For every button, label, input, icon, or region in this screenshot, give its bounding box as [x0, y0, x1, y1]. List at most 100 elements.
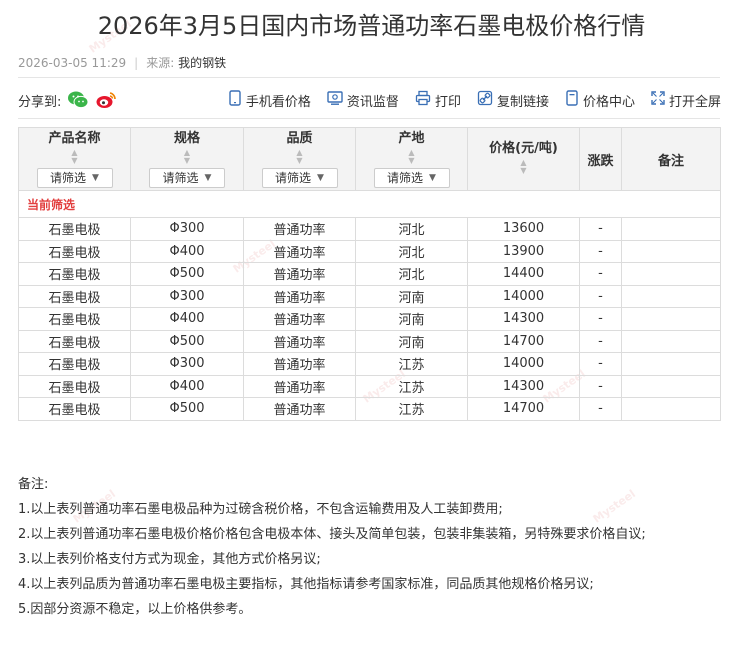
col-header-spec: 规格 ▲ ▼ 请筛选 ▼ [130, 127, 244, 191]
mobile-icon [228, 90, 246, 110]
header-label: 规格 [173, 130, 200, 146]
spec-filter-select[interactable]: 请筛选 ▼ [149, 167, 225, 188]
quality-filter-select[interactable]: 请筛选 ▼ [261, 167, 338, 188]
fullscreen-button[interactable]: 打开全屏 [651, 91, 721, 110]
cell-price: 13600 [467, 217, 580, 241]
tool-label: 资讯监督 [346, 94, 399, 110]
news-monitor-button[interactable]: 资讯监督 [327, 90, 399, 110]
cell-quality: 普通功率 [243, 307, 356, 331]
cell-product: 石墨电极 [18, 262, 131, 286]
sort-arrows-icon[interactable]: ▲ ▼ [71, 148, 77, 165]
cell-quality: 普通功率 [243, 352, 356, 376]
note-item: 4.以上表列品质为普通功率石墨电极主要指标，其他指标请参考国家标准，同品质其他规… [18, 577, 594, 592]
cell-spec: Φ300 [130, 217, 244, 241]
cell-price: 14300 [467, 374, 580, 398]
cell-change: - [579, 352, 622, 376]
cell-quality: 普通功率 [243, 329, 356, 353]
tool-label: 价格中心 [582, 94, 635, 110]
caret-down-icon: ▼ [92, 172, 99, 183]
cell-quality: 普通功率 [243, 217, 356, 241]
cell-price: 14400 [467, 262, 580, 286]
notes-heading: 备注: [18, 477, 49, 492]
cell-change: - [579, 307, 622, 331]
cell-remarks [621, 352, 721, 376]
cell-price: 14300 [467, 307, 580, 331]
cell-origin: 河南 [355, 284, 468, 308]
cell-spec: Φ400 [130, 374, 244, 398]
tool-label: 复制链接 [496, 94, 549, 110]
cell-remarks [621, 329, 721, 353]
copy-link-button[interactable]: 复制链接 [477, 90, 549, 110]
fullscreen-icon [651, 91, 669, 109]
header-label: 产地 [398, 130, 425, 146]
cell-product: 石墨电极 [18, 307, 131, 331]
cell-price: 14000 [467, 352, 580, 376]
publish-datetime: 2026-03-05 11:29 [18, 56, 127, 70]
sort-arrows-icon[interactable]: ▲ ▼ [408, 148, 414, 165]
current-filter-label: 当前筛选 [18, 190, 721, 218]
cell-origin: 江苏 [355, 352, 468, 376]
sort-arrows-icon[interactable]: ▲ ▼ [184, 148, 190, 165]
tool-label: 打开全屏 [668, 94, 721, 110]
table-row: 石墨电极 Φ300 普通功率 江苏 14000- [18, 352, 721, 376]
print-button[interactable]: 打印 [415, 90, 461, 110]
wechat-icon[interactable] [67, 90, 89, 110]
cell-origin: 河北 [355, 239, 468, 263]
table-row: 石墨电极 Φ400 普通功率 江苏 14300- [18, 374, 721, 398]
caret-down-icon: ▼ [317, 172, 324, 183]
printer-icon [415, 90, 435, 110]
price-center-button[interactable]: 价格中心 [565, 90, 635, 110]
cell-remarks [621, 307, 721, 331]
cell-spec: Φ500 [130, 262, 244, 286]
cell-change: - [579, 329, 622, 353]
table-row: 石墨电极 Φ500 普通功率 江苏 14700- [18, 397, 721, 421]
cell-remarks [621, 262, 721, 286]
table-row: 石墨电极 Φ500 普通功率 河南 14700- [18, 329, 721, 353]
share-bar: 分享到: [18, 90, 117, 110]
toolbar: 手机看价格 资讯监督 打印 复制链接 价格中心 打开全屏 [212, 90, 721, 110]
cell-spec: Φ400 [130, 239, 244, 263]
origin-filter-select[interactable]: 请筛选 ▼ [373, 167, 450, 188]
cell-change: - [579, 284, 622, 308]
cell-change: - [579, 262, 622, 286]
cell-spec: Φ500 [130, 397, 244, 421]
cell-quality: 普通功率 [243, 262, 356, 286]
cell-remarks [621, 217, 721, 241]
cell-price: 13900 [467, 239, 580, 263]
price-center-icon [565, 90, 583, 110]
table-row: 石墨电极 Φ500 普通功率 河北 14400- [18, 262, 721, 286]
weibo-icon[interactable] [95, 90, 117, 110]
cell-origin: 河南 [355, 329, 468, 353]
sort-arrows-icon[interactable]: ▲ ▼ [296, 148, 302, 165]
col-header-origin: 产地 ▲ ▼ 请筛选 ▼ [355, 127, 468, 191]
cell-spec: Φ300 [130, 284, 244, 308]
cell-product: 石墨电极 [18, 284, 131, 308]
cell-product: 石墨电极 [18, 217, 131, 241]
sort-arrows-icon[interactable]: ▲ ▼ [520, 158, 526, 175]
col-header-price: 价格(元/吨) ▲ ▼ [467, 127, 580, 191]
cell-origin: 江苏 [355, 374, 468, 398]
cell-origin: 河北 [355, 262, 468, 286]
note-item: 5.因部分资源不稳定，以上价格供参考。 [18, 602, 252, 617]
source-label: 来源: [146, 56, 175, 70]
note-item: 2.以上表列普通功率石墨电极价格价格包含电极本体、接头及简单包装，包装非集装箱，… [18, 527, 646, 542]
table-row: 石墨电极 Φ400 普通功率 河南 14300- [18, 307, 721, 331]
divider [18, 118, 720, 119]
caret-down-icon: ▼ [204, 172, 212, 183]
cell-spec: Φ300 [130, 352, 244, 376]
article-meta: 2026-03-05 11:29 | 来源: 我的钢铁 [18, 56, 227, 70]
source-value[interactable]: 我的钢铁 [178, 56, 226, 70]
cell-quality: 普通功率 [243, 239, 356, 263]
col-header-change: 涨跌 [579, 127, 622, 191]
mobile-price-button[interactable]: 手机看价格 [228, 90, 311, 110]
cell-change: - [579, 374, 622, 398]
product-filter-select[interactable]: 请筛选 ▼ [36, 167, 113, 188]
link-icon [477, 90, 497, 110]
cell-change: - [579, 397, 622, 421]
cell-remarks [621, 239, 721, 263]
col-header-product: 产品名称 ▲ ▼ 请筛选 ▼ [18, 127, 131, 191]
note-item: 3.以上表列价格支付方式为现金，其他方式价格另议; [18, 552, 321, 567]
cell-product: 石墨电极 [18, 397, 131, 421]
col-header-remarks: 备注 [621, 127, 721, 191]
share-label: 分享到: [18, 94, 62, 110]
